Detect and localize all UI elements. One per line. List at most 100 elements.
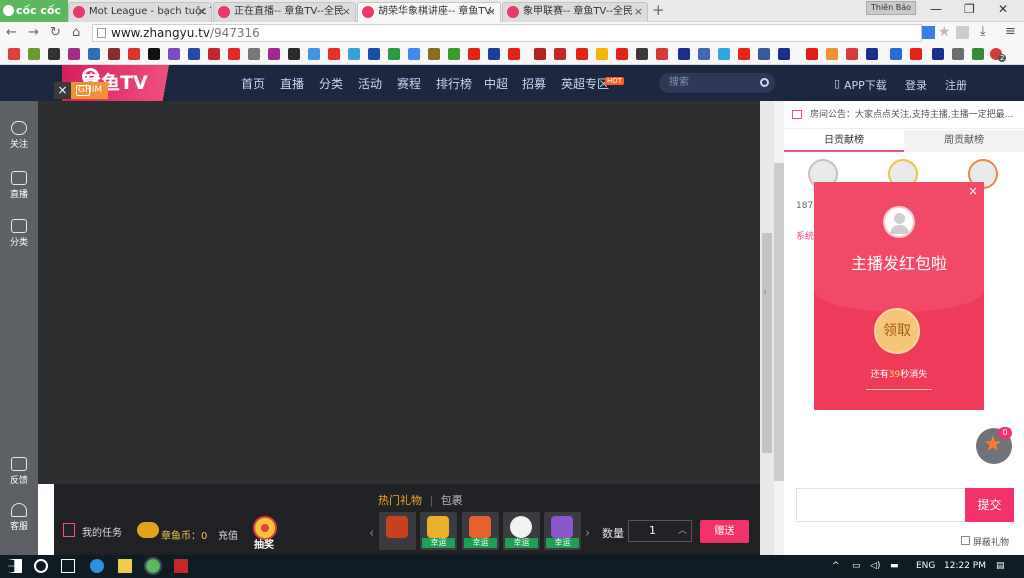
bookmark-icon[interactable] <box>972 48 984 60</box>
gift-prev-icon[interactable]: ‹ <box>369 526 374 541</box>
bookmark-icon[interactable] <box>932 48 944 60</box>
checkbox[interactable] <box>961 536 970 545</box>
bookmark-icon[interactable] <box>348 48 360 60</box>
bookmark-icon[interactable] <box>826 48 838 60</box>
bookmark-icon[interactable] <box>288 48 300 60</box>
tab-backpack[interactable]: 包裹 <box>441 494 463 507</box>
coccoc-taskbar-icon[interactable] <box>144 557 162 575</box>
bookmark-icon[interactable] <box>866 48 878 60</box>
site-search-input[interactable]: 搜索 <box>659 73 775 93</box>
tab-weekly-rank[interactable]: 周贡献榜 <box>904 130 1024 152</box>
download-icon[interactable]: ⤓ <box>980 24 986 39</box>
extension-icon[interactable] <box>922 26 935 39</box>
block-gifts-toggle[interactable]: 屏蔽礼物 <box>961 535 1009 548</box>
gift-next-icon[interactable]: › <box>585 526 590 541</box>
tab-close-icon[interactable]: × <box>198 3 207 21</box>
home-icon[interactable]: ⌂ <box>72 25 80 40</box>
bookmark-icon[interactable] <box>678 48 690 60</box>
bookmark-icon[interactable] <box>778 48 790 60</box>
page-scrollbar[interactable] <box>774 101 784 555</box>
bookmark-icon[interactable] <box>534 48 546 60</box>
nav-home[interactable]: 首页 <box>241 75 265 92</box>
scrollbar-thumb[interactable] <box>774 163 784 481</box>
bookmark-icon[interactable] <box>148 48 160 60</box>
nav-schedule[interactable]: 赛程 <box>397 75 421 92</box>
search-icon[interactable] <box>760 78 769 87</box>
scrollbar-thumb[interactable] <box>762 233 772 453</box>
app-download-link[interactable]: APP下载 <box>844 77 887 93</box>
bookmark-icon[interactable] <box>890 48 902 60</box>
forward-icon[interactable]: → <box>28 25 39 40</box>
reload-icon[interactable]: ↻ <box>50 25 61 40</box>
sidebar-item-category[interactable]: 分类 <box>0 219 38 248</box>
bookmark-icon[interactable] <box>616 48 628 60</box>
bookmark-icon[interactable] <box>448 48 460 60</box>
bookmark-icon[interactable] <box>806 48 818 60</box>
bookmark-icon[interactable] <box>268 48 280 60</box>
bookmark-icon[interactable] <box>8 48 20 60</box>
sidebar-item-feedback[interactable]: 反馈 <box>0 457 38 486</box>
nav-ranking[interactable]: 排行榜 <box>436 75 472 92</box>
bookmark-icon[interactable] <box>738 48 750 60</box>
bookmark-icon[interactable] <box>698 48 710 60</box>
task-view-icon[interactable] <box>61 559 75 573</box>
tab-close-icon[interactable]: × <box>487 3 496 21</box>
bookmark-icon[interactable] <box>718 48 730 60</box>
bookmark-icon[interactable] <box>208 48 220 60</box>
start-icon[interactable] <box>8 559 22 573</box>
bookmark-icon[interactable] <box>656 48 668 60</box>
clock[interactable]: 12:22 PM <box>944 561 986 571</box>
bookmark-icon[interactable] <box>388 48 400 60</box>
user-profile-chip[interactable]: Thiên Bảo <box>866 1 916 15</box>
close-icon[interactable]: × <box>968 184 978 198</box>
bookmark-icon[interactable] <box>596 48 608 60</box>
url-input[interactable]: www.zhangyu.tv/947316 <box>92 24 922 42</box>
bookmark-icon[interactable] <box>228 48 240 60</box>
sidebar-item-live[interactable]: 直播 <box>0 171 38 200</box>
video-player[interactable] <box>38 101 760 484</box>
gift-item[interactable] <box>379 512 416 550</box>
chat-input[interactable] <box>796 488 966 522</box>
bookmark-icon[interactable] <box>636 48 648 60</box>
expand-arrow-icon[interactable]: › <box>763 287 767 298</box>
bookmark-icon[interactable] <box>408 48 420 60</box>
bookmark-icon[interactable] <box>468 48 480 60</box>
close-window-icon[interactable]: ✕ <box>998 2 1008 16</box>
bookmark-icon[interactable] <box>88 48 100 60</box>
bookmark-icon[interactable] <box>758 48 770 60</box>
gift-item[interactable]: 幸运 <box>462 512 499 550</box>
tab-live[interactable]: 正在直播-- 章鱼TV--全民 × <box>213 2 356 22</box>
app-taskbar-icon[interactable] <box>174 559 188 573</box>
nav-events[interactable]: 活动 <box>358 75 382 92</box>
bookmark-icon[interactable] <box>68 48 80 60</box>
bookmark-icon[interactable] <box>576 48 588 60</box>
notifications-icon[interactable]: ▤ <box>996 561 1005 571</box>
tab-close-icon[interactable]: × <box>342 3 351 21</box>
tab-chess-league[interactable]: 象甲联赛-- 章鱼TV--全民 × <box>502 2 648 22</box>
bookmark-icon[interactable] <box>428 48 440 60</box>
bookmark-icon[interactable] <box>508 48 520 60</box>
new-tab-icon[interactable]: + <box>652 1 665 19</box>
nav-epl-zone[interactable]: 英超专区 <box>561 75 609 92</box>
send-gift-button[interactable]: 赠送 <box>700 520 749 543</box>
bookmark-icon[interactable] <box>952 48 964 60</box>
collapse-handle[interactable]: › <box>760 101 774 555</box>
sidebar-item-support[interactable]: 客服 <box>0 503 38 532</box>
tab-mot-league[interactable]: Mot League - bạch tuộc T × <box>68 2 212 22</box>
edge-icon[interactable] <box>90 559 104 573</box>
back-icon[interactable]: ← <box>6 25 17 40</box>
claim-button[interactable]: 领取 <box>874 308 920 354</box>
bookmark-icon[interactable] <box>910 48 922 60</box>
browser-logo[interactable]: cốc cốc <box>0 0 68 22</box>
maximize-icon[interactable]: ❐ <box>964 2 975 16</box>
bookmark-icon[interactable] <box>308 48 320 60</box>
register-link[interactable]: 注册 <box>945 77 967 93</box>
volume-icon[interactable]: ◁) <box>870 561 880 571</box>
pin-close-button[interactable]: × <box>54 82 71 99</box>
bookmark-icon[interactable] <box>128 48 140 60</box>
bookmark-icon[interactable] <box>48 48 60 60</box>
network-icon[interactable]: ▭ <box>852 561 861 571</box>
language-indicator[interactable]: ENG <box>916 561 935 571</box>
gift-item[interactable]: 幸运 <box>420 512 457 550</box>
tab-hot-gifts[interactable]: 热门礼物 <box>378 494 422 507</box>
